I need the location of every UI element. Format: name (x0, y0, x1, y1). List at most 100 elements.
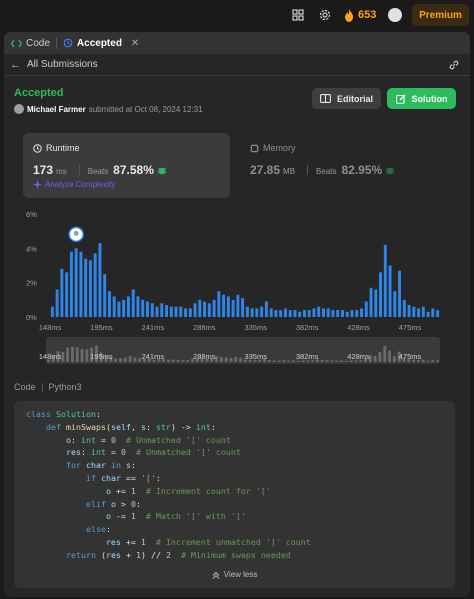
chart-bar (436, 310, 440, 317)
link-icon[interactable] (448, 59, 460, 71)
chart-bar (160, 303, 164, 317)
tab-code[interactable]: Code (11, 38, 50, 49)
tab-accepted[interactable]: Accepted ✕ (63, 38, 139, 49)
memory-value: 27.85 (250, 163, 281, 177)
grid-icon[interactable] (291, 8, 305, 22)
chart-bar (426, 311, 430, 317)
overview-bar (167, 359, 170, 362)
chart-bar (236, 294, 240, 317)
back-to-submissions[interactable]: ← All Submissions (4, 54, 470, 76)
runtime-beats-pct: 87.58% (113, 163, 154, 177)
chart-bar (264, 301, 268, 317)
user-avatar-icon (73, 230, 79, 236)
overview-bar (61, 352, 65, 362)
submission-status: Accepted (14, 87, 64, 99)
overview-bar (373, 355, 377, 362)
runtime-card[interactable]: Runtime 173 ms Beats 87.58% Analyze Comp… (23, 133, 230, 198)
avatar[interactable] (388, 8, 402, 22)
chart-bar (198, 299, 202, 317)
view-less-button[interactable]: View less (14, 570, 455, 579)
chart-bar (165, 304, 168, 317)
analyze-label: Analyze Complexity (45, 180, 116, 189)
overview-bar (378, 352, 382, 362)
chart-bar (288, 310, 292, 317)
chart-bar (74, 248, 78, 317)
code-icon (11, 39, 22, 47)
runtime-distribution-chart[interactable]: 6% 4% 2% 0% 148ms 195ms 241ms 288ms 335ms 382ms 4… (24, 204, 450, 366)
chart-bar (212, 299, 216, 317)
tab-code-label: Code (26, 37, 50, 49)
overview-bar (436, 360, 440, 362)
memory-unit: MB (283, 167, 296, 176)
overview-bar (392, 356, 396, 362)
chart-bar (203, 301, 207, 317)
chart-bar (255, 308, 259, 317)
chart-bar (402, 299, 406, 317)
gear-icon[interactable] (318, 8, 332, 22)
tab-divider (55, 37, 57, 49)
chart-bar (98, 243, 102, 317)
runtime-label: Runtime (46, 143, 80, 153)
overview-bar (272, 360, 276, 362)
solution-button[interactable]: Solution (387, 88, 456, 109)
memory-beats-pct: 82.95% (341, 163, 383, 177)
chart-bar (298, 311, 302, 317)
overview-bar (267, 360, 271, 362)
overview-bar (186, 360, 190, 362)
overview-tick-label: 288ms (193, 352, 216, 361)
memory-label: Memory (263, 143, 296, 153)
chart-bar (55, 289, 59, 317)
overview-bar (128, 355, 132, 362)
chart-bar (93, 253, 97, 317)
chart-bar (127, 296, 130, 317)
submission-meta: Michael Farmer submitted at Oct 08, 2024… (14, 103, 203, 115)
close-icon[interactable]: ✕ (131, 38, 139, 49)
solution-label: Solution (411, 93, 448, 104)
chart-bar (274, 310, 278, 317)
divider (307, 165, 309, 175)
code-language: Python3 (48, 382, 82, 392)
chart-bar (65, 272, 69, 317)
overview-bar (75, 347, 79, 362)
memory-label-row[interactable]: Memory (250, 143, 296, 153)
chart-bar (169, 306, 173, 317)
chart-bar (283, 308, 287, 317)
overview-bar (388, 350, 391, 362)
history-icon (63, 38, 73, 48)
chart-bar (379, 272, 383, 317)
tab-accepted-label: Accepted (76, 37, 122, 49)
overview-tick-label: 475ms (399, 352, 422, 361)
chart-bar (69, 251, 73, 317)
code-block[interactable]: class Solution: def minSwaps(self, s: st… (14, 401, 455, 588)
y-tick-label: 0% (26, 313, 37, 322)
chart-bar (341, 310, 344, 317)
overview-bar (344, 360, 348, 362)
beats-icon (385, 167, 395, 174)
chart-bar (302, 310, 306, 317)
chart-bar (293, 310, 297, 317)
chart-bar (398, 270, 402, 317)
user-name[interactable]: Michael Farmer (27, 105, 86, 114)
chart-bar (103, 274, 107, 317)
streak-counter[interactable]: 653 (344, 8, 376, 22)
x-tick-label: 195ms (90, 323, 113, 332)
chart-bar (388, 265, 392, 317)
chart-bar (226, 296, 230, 317)
x-tick-label: 241ms (142, 323, 165, 332)
chart-bar (146, 301, 149, 317)
chart-bar (407, 304, 411, 317)
chart-bar (317, 306, 321, 317)
editorial-button[interactable]: Editorial (312, 88, 381, 109)
overview-bar (234, 357, 238, 362)
code-header: Code Python3 (14, 382, 82, 392)
overview-tick-label: 382ms (296, 352, 319, 361)
chart-bar (245, 306, 249, 317)
memory-metrics[interactable]: 27.85 MB Beats 82.95% (250, 163, 395, 177)
runtime-unit: ms (56, 167, 67, 176)
premium-button[interactable]: Premium (412, 4, 469, 26)
overview-bar (325, 360, 329, 362)
chart-bar (431, 308, 435, 317)
analyze-complexity-link[interactable]: Analyze Complexity (33, 180, 115, 189)
chart-bar (207, 303, 211, 317)
back-arrow-icon: ← (10, 58, 21, 71)
